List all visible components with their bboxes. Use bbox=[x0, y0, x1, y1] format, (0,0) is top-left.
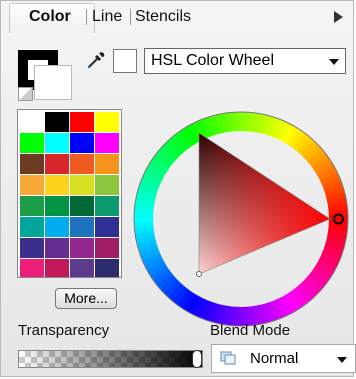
color-mode-select[interactable]: HSL Color Wheel bbox=[144, 48, 346, 74]
chevron-down-icon bbox=[329, 59, 339, 65]
blend-mode-value: Normal bbox=[250, 350, 299, 367]
color-palette bbox=[17, 109, 122, 278]
palette-swatch[interactable] bbox=[20, 259, 44, 277]
default-colors-icon[interactable] bbox=[18, 87, 33, 101]
palette-swatch[interactable] bbox=[20, 175, 44, 195]
tab-stencils[interactable]: Stencils bbox=[135, 8, 191, 26]
palette-swatch[interactable] bbox=[95, 175, 119, 195]
palette-swatch[interactable] bbox=[95, 196, 119, 216]
palette-swatch[interactable] bbox=[70, 238, 94, 258]
palette-swatch[interactable] bbox=[95, 133, 119, 153]
color-mode-value: HSL Color Wheel bbox=[151, 52, 275, 69]
palette-swatch[interactable] bbox=[70, 217, 94, 237]
palette-swatch[interactable] bbox=[95, 112, 119, 132]
tab-color[interactable]: Color bbox=[29, 8, 71, 26]
palette-swatch[interactable] bbox=[45, 238, 69, 258]
palette-swatch[interactable] bbox=[45, 259, 69, 277]
color-panel: Color Line Stencils HSL Color Wheel More… bbox=[0, 0, 356, 377]
layers-icon bbox=[220, 351, 236, 365]
palette-swatch[interactable] bbox=[20, 196, 44, 216]
blend-mode-label: Blend Mode bbox=[210, 322, 291, 339]
palette-swatch[interactable] bbox=[20, 217, 44, 237]
transparency-slider-handle[interactable] bbox=[192, 350, 203, 368]
palette-swatch[interactable] bbox=[45, 112, 69, 132]
palette-swatch[interactable] bbox=[70, 175, 94, 195]
palette-swatch[interactable] bbox=[20, 112, 44, 132]
panel-menu-arrow-icon[interactable] bbox=[334, 11, 343, 23]
palette-swatch[interactable] bbox=[70, 112, 94, 132]
palette-swatch[interactable] bbox=[20, 154, 44, 174]
palette-swatch[interactable] bbox=[70, 133, 94, 153]
color-selector-marker[interactable] bbox=[196, 271, 202, 277]
tab-bar: Color Line Stencils bbox=[1, 1, 355, 33]
palette-swatch[interactable] bbox=[45, 196, 69, 216]
palette-swatch[interactable] bbox=[20, 133, 44, 153]
palette-swatch[interactable] bbox=[45, 217, 69, 237]
palette-swatch[interactable] bbox=[45, 133, 69, 153]
palette-swatch[interactable] bbox=[20, 238, 44, 258]
tab-line[interactable]: Line bbox=[92, 8, 122, 26]
current-color-swatch[interactable] bbox=[113, 49, 137, 73]
blend-mode-select[interactable]: Normal bbox=[211, 344, 356, 373]
palette-swatch[interactable] bbox=[95, 217, 119, 237]
tab-separator bbox=[86, 9, 87, 25]
more-colors-button[interactable]: More... bbox=[55, 288, 117, 309]
palette-swatch[interactable] bbox=[95, 259, 119, 277]
chevron-down-icon bbox=[337, 357, 347, 363]
palette-swatch[interactable] bbox=[95, 154, 119, 174]
transparency-slider[interactable] bbox=[18, 350, 203, 368]
transparency-label: Transparency bbox=[18, 322, 110, 339]
palette-swatch[interactable] bbox=[45, 154, 69, 174]
palette-swatch[interactable] bbox=[70, 259, 94, 277]
hsl-color-wheel[interactable] bbox=[132, 110, 350, 328]
hue-ring-segment[interactable] bbox=[328, 218, 348, 227]
tab-separator bbox=[130, 9, 131, 25]
fill-color-chip[interactable] bbox=[34, 65, 72, 100]
palette-swatch[interactable] bbox=[70, 196, 94, 216]
palette-swatch[interactable] bbox=[95, 238, 119, 258]
palette-swatch[interactable] bbox=[45, 175, 69, 195]
eyedropper-icon[interactable] bbox=[85, 49, 107, 71]
palette-swatch[interactable] bbox=[70, 154, 94, 174]
